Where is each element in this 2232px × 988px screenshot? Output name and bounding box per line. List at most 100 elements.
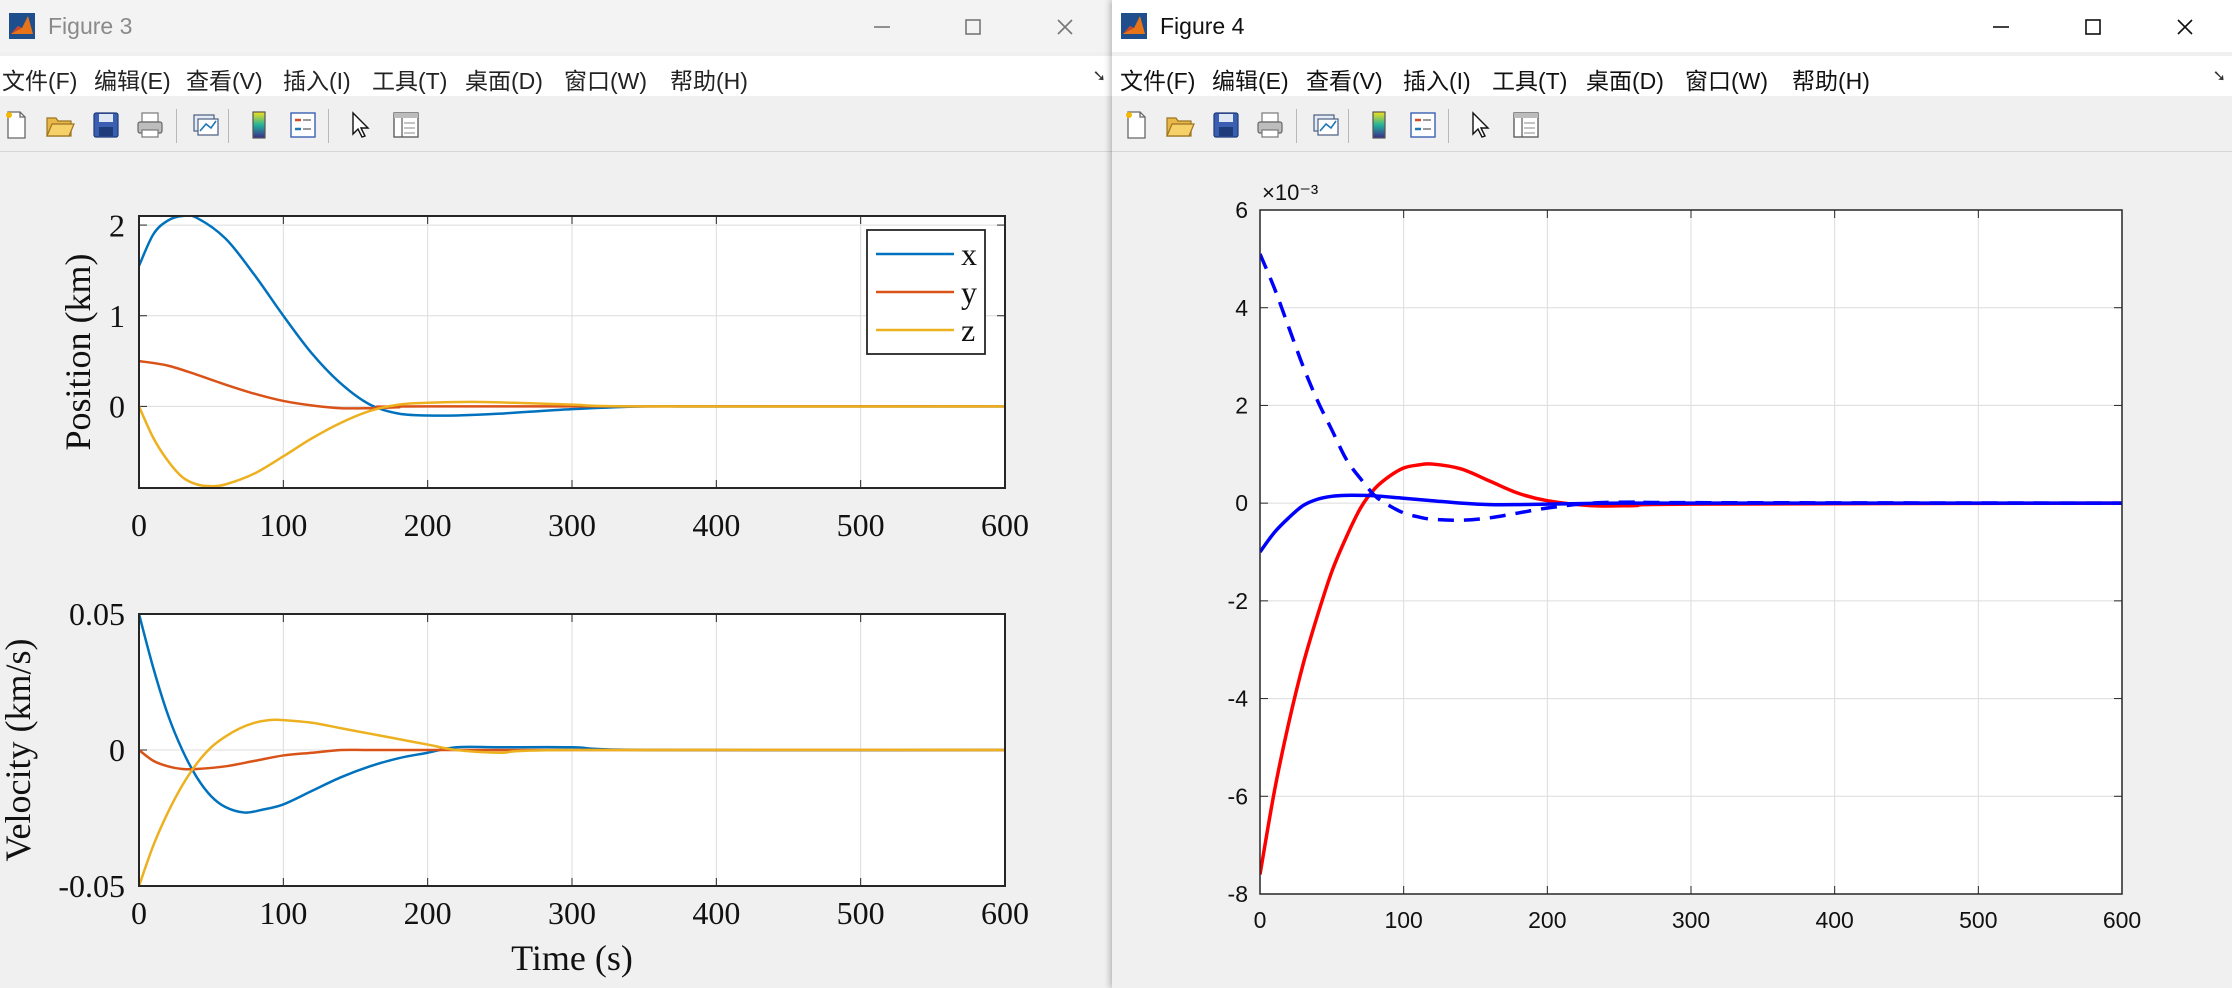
menu-edit[interactable]: 编辑(E) <box>1212 62 1289 96</box>
maximize-button[interactable] <box>946 8 1000 46</box>
colorbar-icon <box>1372 111 1386 139</box>
open-file-button[interactable] <box>1162 107 1198 143</box>
print-button[interactable] <box>132 107 168 143</box>
x-tick-label: 0 <box>1254 907 1267 933</box>
menu-view[interactable]: 查看(V) <box>1306 62 1383 96</box>
open-file-button[interactable] <box>42 107 78 143</box>
property-inspector-button[interactable] <box>388 107 424 143</box>
y-tick-label: 0 <box>109 732 125 768</box>
close-icon <box>1057 19 1073 35</box>
y-tick-label: 4 <box>1235 295 1248 321</box>
x-tick-label: 200 <box>404 507 452 543</box>
property-inspector-button[interactable] <box>1508 107 1544 143</box>
print-button[interactable] <box>1252 107 1288 143</box>
legend-button[interactable] <box>285 107 321 143</box>
menu-file[interactable]: 文件(F) <box>1120 62 1195 96</box>
figure4-plot-area: 0 100 200 300 400 500 600 6 4 2 0 -2 -4 -6 -8 ×10⁻³ <box>1112 152 2230 988</box>
x-tick-label: 500 <box>837 895 885 931</box>
y-tick-label: 0 <box>109 389 125 425</box>
save-button[interactable] <box>88 107 124 143</box>
y-tick-label: 2 <box>1235 392 1248 418</box>
menu-desktop[interactable]: 桌面(D) <box>1586 62 1664 96</box>
edit-pointer-icon <box>352 111 370 138</box>
close-button[interactable] <box>2158 8 2212 46</box>
minimize-icon <box>874 26 890 28</box>
menu-desktop[interactable]: 桌面(D) <box>465 62 543 96</box>
menu-help[interactable]: 帮助(H) <box>670 62 748 96</box>
figure-toolbar <box>0 99 1112 152</box>
minimize-button[interactable] <box>855 8 909 46</box>
close-icon <box>2177 19 2193 35</box>
dock-arrow-icon[interactable]: ➘ <box>1093 66 1106 86</box>
matlab-logo-icon <box>8 12 36 40</box>
figure4-window[interactable]: Figure 4 文件(F) 编辑(E) 查看(V) 插入(I) 工具(T) 桌… <box>1112 0 2232 988</box>
time-x-axis-label: Time (s) <box>511 938 633 978</box>
figure3-axes-canvas: 0 100 200 300 400 500 600 2 1 0 Position (km) xyz 0 1… <box>0 207 1029 978</box>
figure3-plot-area: 0 100 200 300 400 500 600 2 1 0 Position (km) x y z 0 1… <box>0 152 1110 988</box>
matlab-logo-icon <box>1120 12 1148 40</box>
colorbar-button[interactable] <box>241 107 277 143</box>
x-tick-label: 200 <box>404 895 452 931</box>
x-tick-label: 0 <box>131 895 147 931</box>
legend-icon <box>290 112 316 138</box>
x-tick-label: 100 <box>259 507 307 543</box>
property-inspector-icon <box>393 112 419 138</box>
window-title: Figure 4 <box>1160 13 1245 39</box>
edit-pointer-button[interactable] <box>1461 107 1497 143</box>
menu-file[interactable]: 文件(F) <box>2 62 77 96</box>
maximize-button[interactable] <box>2066 8 2120 46</box>
new-figure-icon <box>6 111 26 139</box>
menu-edit[interactable]: 编辑(E) <box>94 62 171 96</box>
x-tick-label: 600 <box>981 895 1029 931</box>
edit-pointer-button[interactable] <box>341 107 377 143</box>
x-tick-label: 600 <box>2103 907 2141 933</box>
new-figure-icon <box>1126 111 1146 139</box>
colorbar-button[interactable] <box>1361 107 1397 143</box>
menu-insert[interactable]: 插入(I) <box>1403 62 1471 96</box>
x-tick-label: 600 <box>981 507 1029 543</box>
position-y-axis-label: Position (km) <box>58 253 98 450</box>
figure-toolbar <box>1112 99 2232 152</box>
menu-insert[interactable]: 插入(I) <box>283 62 351 96</box>
link-plot-icon <box>193 114 219 136</box>
link-plot-icon <box>1313 114 1339 136</box>
print-icon <box>137 112 163 138</box>
minimize-button[interactable] <box>1974 8 2028 46</box>
link-plot-button[interactable] <box>1308 107 1344 143</box>
y-tick-label: 6 <box>1235 197 1248 223</box>
legend-icon <box>1410 112 1436 138</box>
new-figure-button[interactable] <box>1118 107 1154 143</box>
toolbar-separator <box>1448 109 1449 143</box>
x-tick-label: 100 <box>1384 907 1422 933</box>
close-button[interactable] <box>1038 8 1092 46</box>
toolbar-separator <box>1348 109 1349 143</box>
x-tick-label: 200 <box>1528 907 1566 933</box>
link-plot-button[interactable] <box>188 107 224 143</box>
legend-button[interactable] <box>1405 107 1441 143</box>
save-button[interactable] <box>1208 107 1244 143</box>
window-title: Figure 3 <box>48 13 133 39</box>
menu-tools[interactable]: 工具(T) <box>1492 62 1567 96</box>
figure3-window[interactable]: Figure 3 文件(F) 编辑(E) 查看(V) 插入(I) 工具(T) 桌… <box>0 0 1113 988</box>
menu-window[interactable]: 窗口(W) <box>1685 62 1768 96</box>
legend-label-y: y <box>961 274 977 310</box>
menu-help[interactable]: 帮助(H) <box>1792 62 1870 96</box>
legend-label-z: z <box>961 312 975 348</box>
print-icon <box>1257 112 1283 138</box>
menu-tools[interactable]: 工具(T) <box>372 62 447 96</box>
x-tick-label: 500 <box>1959 907 1997 933</box>
figure4-titlebar[interactable]: Figure 4 <box>1112 0 2232 52</box>
figure3-titlebar[interactable]: Figure 3 <box>0 0 1112 52</box>
colorbar-icon <box>252 111 266 139</box>
dock-arrow-icon[interactable]: ➘ <box>2213 66 2226 86</box>
y-tick-label: 0 <box>1235 490 1248 516</box>
x-tick-label: 400 <box>1815 907 1853 933</box>
x-tick-label: 400 <box>692 507 740 543</box>
x-tick-label: 300 <box>1672 907 1710 933</box>
menu-window[interactable]: 窗口(W) <box>564 62 647 96</box>
y-tick-label: -4 <box>1228 686 1249 712</box>
menu-view[interactable]: 查看(V) <box>186 62 263 96</box>
save-icon <box>1213 112 1239 138</box>
new-figure-button[interactable] <box>0 107 34 143</box>
toolbar-separator <box>176 109 177 143</box>
